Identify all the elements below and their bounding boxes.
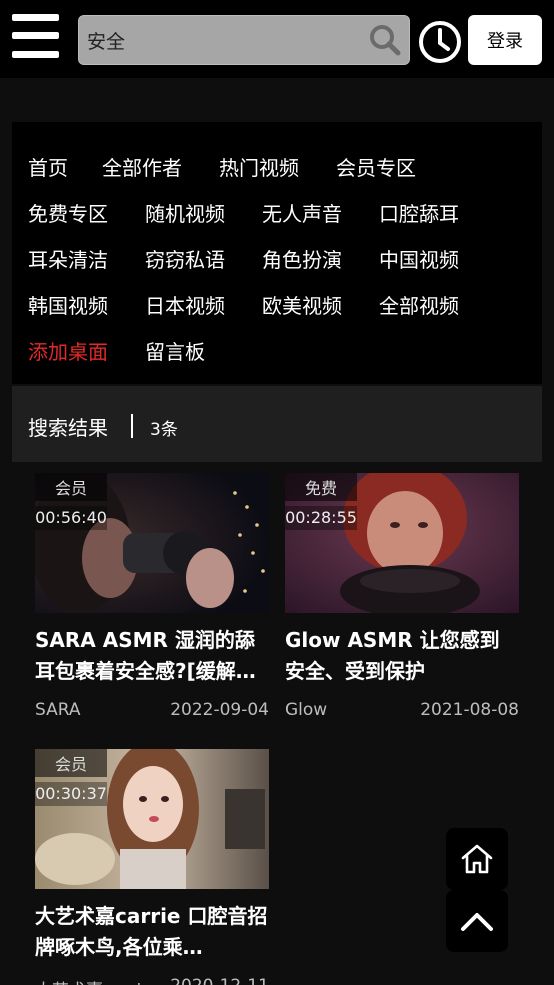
hamburger-menu-icon[interactable] [12,14,59,58]
nav-korea-videos[interactable]: 韩国视频 [28,294,108,318]
nav-japan-videos[interactable]: 日本视频 [145,294,225,318]
video-date: 2021-08-08 [420,700,519,720]
chevron-up-icon [461,913,493,931]
video-duration: 00:28:55 [285,506,357,530]
video-thumbnail[interactable]: 会员 00:30:37 [35,749,269,889]
login-button[interactable]: 登录 [468,15,542,65]
search-icon[interactable] [369,24,401,56]
video-thumbnail[interactable]: 会员 00:56:40 [35,473,269,613]
video-title[interactable]: Glow ASMR 让您感到安全、受到保护 [285,625,519,687]
access-badge: 会员 [35,473,107,501]
video-author[interactable]: Glow [285,700,327,720]
nav-mouth-sounds[interactable]: 口腔舔耳 [379,202,459,226]
top-bar: 登录 [0,0,554,78]
video-card[interactable]: 免费 00:28:55 Glow ASMR 让您感到安全、受到保护 Glow 2… [285,473,519,723]
nav-home[interactable]: 首页 [28,156,68,180]
nav-western-videos[interactable]: 欧美视频 [262,294,342,318]
nav-guestbook[interactable]: 留言板 [145,340,205,364]
nav-all-videos[interactable]: 全部视频 [379,294,459,318]
video-card[interactable]: 会员 00:30:37 大艺术嘉carrie 口腔音招牌啄木鸟,各位乘… 大艺术… [35,749,269,985]
video-card[interactable]: 会员 00:56:40 SARA ASMR 湿润的舔耳包裹着安全感?[缓解… S… [35,473,269,723]
video-author[interactable]: 大艺术嘉carrie [35,976,152,985]
nav-member-zone[interactable]: 会员专区 [336,156,416,180]
results-count: 3条 [150,420,178,440]
nav-random-videos[interactable]: 随机视频 [145,202,225,226]
clock-history-icon[interactable] [418,20,462,64]
search-box [78,15,410,65]
back-to-top-button[interactable] [446,890,508,952]
video-date: 2020-12-11 [170,976,269,985]
video-author[interactable]: SARA [35,700,81,720]
category-nav: 首页 全部作者 热门视频 会员专区 免费专区 随机视频 无人声音 口腔舔耳 耳朵… [12,122,542,384]
video-duration: 00:30:37 [35,782,107,806]
search-results-header: 搜索结果 3条 [12,386,542,462]
home-icon [461,844,493,874]
nav-whisper[interactable]: 窃窃私语 [145,248,225,272]
search-input[interactable] [79,16,359,64]
video-title[interactable]: SARA ASMR 湿润的舔耳包裹着安全感?[缓解… [35,625,269,687]
video-duration: 00:56:40 [35,506,107,530]
video-date: 2022-09-04 [170,700,269,720]
divider [131,414,133,438]
nav-free-zone[interactable]: 免费专区 [28,202,108,226]
results-title: 搜索结果 [28,416,108,440]
video-thumbnail[interactable]: 免费 00:28:55 [285,473,519,613]
nav-ear-cleaning[interactable]: 耳朵清洁 [28,248,108,272]
home-button[interactable] [446,828,508,890]
nav-hot-videos[interactable]: 热门视频 [219,156,299,180]
nav-china-videos[interactable]: 中国视频 [379,248,459,272]
nav-roleplay[interactable]: 角色扮演 [262,248,342,272]
nav-add-to-desktop[interactable]: 添加桌面 [28,340,108,364]
access-badge: 免费 [285,473,357,501]
nav-all-authors[interactable]: 全部作者 [102,156,182,180]
access-badge: 会员 [35,749,107,777]
nav-no-voice[interactable]: 无人声音 [262,202,342,226]
video-title[interactable]: 大艺术嘉carrie 口腔音招牌啄木鸟,各位乘… [35,901,269,963]
